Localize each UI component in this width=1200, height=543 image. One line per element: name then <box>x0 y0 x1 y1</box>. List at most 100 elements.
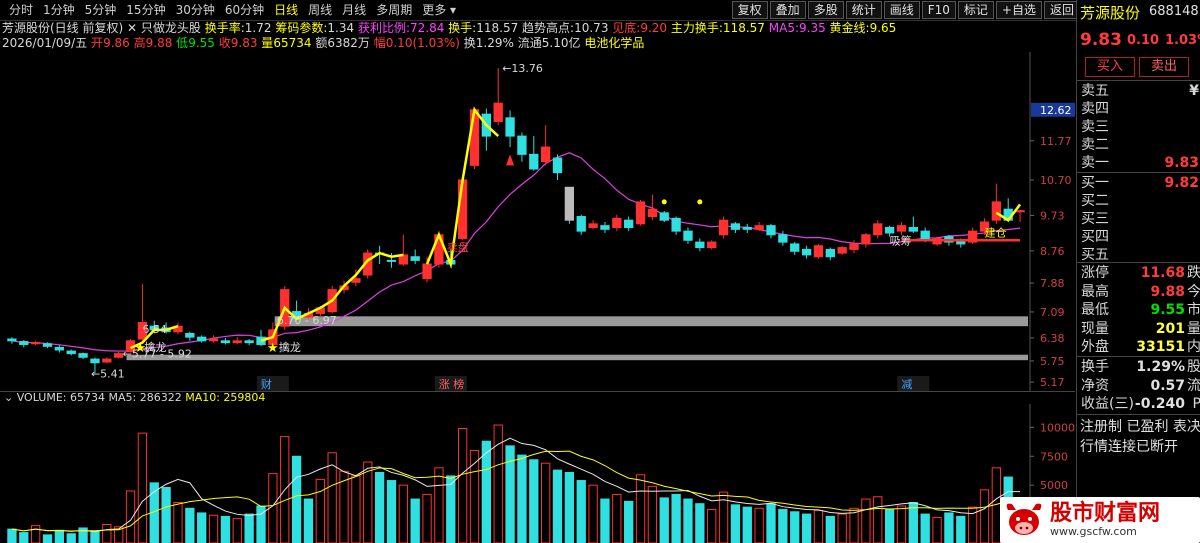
tab-period-7[interactable]: 周线 <box>303 2 337 18</box>
candle-body[interactable] <box>730 223 741 230</box>
toolbar-button-4[interactable]: 画线 <box>883 1 920 19</box>
candle-body[interactable] <box>469 109 480 166</box>
volume-bar[interactable] <box>766 503 776 543</box>
candle-body[interactable] <box>683 230 693 241</box>
candle-body[interactable] <box>801 248 812 256</box>
volume-bar[interactable] <box>42 534 53 543</box>
volume-bar[interactable] <box>754 507 764 543</box>
volume-bar[interactable] <box>137 432 148 543</box>
candle-body[interactable] <box>647 208 658 218</box>
candle-body[interactable] <box>920 230 930 239</box>
event-marker[interactable]: 减 <box>901 378 912 391</box>
volume-bar[interactable] <box>386 480 397 543</box>
candle-body[interactable] <box>529 153 539 170</box>
volume-bar[interactable] <box>446 475 456 543</box>
candle-body[interactable] <box>114 353 124 358</box>
tab-period-9[interactable]: 多周期 <box>371 2 417 18</box>
candle-body[interactable] <box>410 256 420 261</box>
volume-collapse-icon[interactable]: ⌄ <box>4 391 13 404</box>
candle-body[interactable] <box>790 243 800 252</box>
volume-bar[interactable] <box>849 507 859 543</box>
volume-chart[interactable]: 10000750050002500 <box>0 404 1075 543</box>
candle-body[interactable] <box>659 212 669 221</box>
volume-bar[interactable] <box>979 489 990 543</box>
volume-bar[interactable] <box>481 440 491 543</box>
volume-bar[interactable] <box>208 514 219 543</box>
candle-body[interactable] <box>232 340 242 344</box>
volume-bar[interactable] <box>220 515 231 543</box>
candle-body[interactable] <box>517 135 527 155</box>
tab-period-10[interactable]: 更多 ▾ <box>417 2 461 18</box>
volume-bar[interactable] <box>315 478 325 543</box>
candle-body[interactable] <box>588 223 598 228</box>
volume-bar[interactable] <box>647 485 658 543</box>
volume-bar[interactable] <box>920 513 930 543</box>
volume-bar[interactable] <box>813 510 824 543</box>
candle-body[interactable] <box>707 241 717 249</box>
candlestick-chart[interactable]: 12.62 11.77 10.70 9.73 8.76 7.88 7.09 6.38 5.75 5… <box>0 52 1075 392</box>
candle-body[interactable] <box>102 358 112 363</box>
candle-body[interactable] <box>90 358 100 364</box>
volume-bar[interactable] <box>291 455 302 543</box>
volume-bar[interactable] <box>125 490 136 543</box>
candle-body[interactable] <box>837 247 847 254</box>
volume-bar[interactable] <box>469 449 480 543</box>
candle-body[interactable] <box>991 201 1002 221</box>
candle-body[interactable] <box>19 341 29 345</box>
volume-bar[interactable] <box>707 508 717 543</box>
volume-bar[interactable] <box>54 529 65 543</box>
volume-bar[interactable] <box>588 484 598 543</box>
volume-bar[interactable] <box>517 454 527 543</box>
volume-bar[interactable] <box>612 493 622 543</box>
volume-bar[interactable] <box>635 474 646 543</box>
tab-period-0[interactable]: 分时 <box>4 2 38 18</box>
candle-body[interactable] <box>742 226 752 230</box>
volume-bar[interactable] <box>956 515 966 543</box>
volume-bar[interactable] <box>244 513 254 543</box>
candle-body[interactable] <box>576 216 586 232</box>
tab-period-5[interactable]: 60分钟 <box>220 2 269 18</box>
volume-bar[interactable] <box>185 507 195 543</box>
candle-body[interactable] <box>54 346 65 351</box>
volume-bar[interactable] <box>303 498 314 543</box>
volume-bar[interactable] <box>374 471 385 543</box>
volume-bar[interactable] <box>695 503 705 543</box>
tab-period-4[interactable]: 30分钟 <box>171 2 220 18</box>
candle-body[interactable] <box>754 225 764 230</box>
volume-bar[interactable] <box>457 428 468 543</box>
candle-body[interactable] <box>884 226 895 234</box>
candle-body[interactable] <box>78 353 88 358</box>
tab-period-8[interactable]: 月线 <box>337 2 371 18</box>
chart-close-icon[interactable]: ✕ <box>127 21 137 35</box>
event-marker[interactable]: 财 <box>261 377 272 391</box>
volume-bar[interactable] <box>19 532 29 543</box>
volume-bar[interactable] <box>837 513 847 543</box>
candle-body[interactable] <box>185 333 195 338</box>
volume-bar[interactable] <box>944 512 954 543</box>
toolbar-button-6[interactable]: 标记 <box>957 1 994 19</box>
volume-bar[interactable] <box>730 504 741 543</box>
tab-period-3[interactable]: 15分钟 <box>121 2 170 18</box>
volume-bar[interactable] <box>884 508 895 543</box>
candle-body[interactable] <box>208 338 219 342</box>
volume-bar[interactable] <box>529 459 539 543</box>
volume-bar[interactable] <box>896 505 907 543</box>
volume-bar[interactable] <box>398 484 408 543</box>
volume-bar[interactable] <box>410 498 420 543</box>
volume-bar[interactable] <box>564 471 575 543</box>
volume-bar[interactable] <box>600 498 610 543</box>
volume-bar[interactable] <box>801 513 812 543</box>
candle-body[interactable] <box>861 234 871 245</box>
candle-body[interactable] <box>695 241 705 249</box>
toolbar-button-0[interactable]: 复权 <box>731 1 768 19</box>
candle-body[interactable] <box>908 226 918 232</box>
volume-bar[interactable] <box>671 493 681 543</box>
candle-body[interactable] <box>66 350 76 355</box>
candle-body[interactable] <box>813 245 824 258</box>
volume-bar[interactable] <box>552 469 563 543</box>
tab-period-1[interactable]: 1分钟 <box>38 2 80 18</box>
candle-body[interactable] <box>778 234 788 243</box>
volume-bar[interactable] <box>232 518 242 543</box>
candle-body[interactable] <box>541 146 551 163</box>
candle-body[interactable] <box>612 217 622 228</box>
